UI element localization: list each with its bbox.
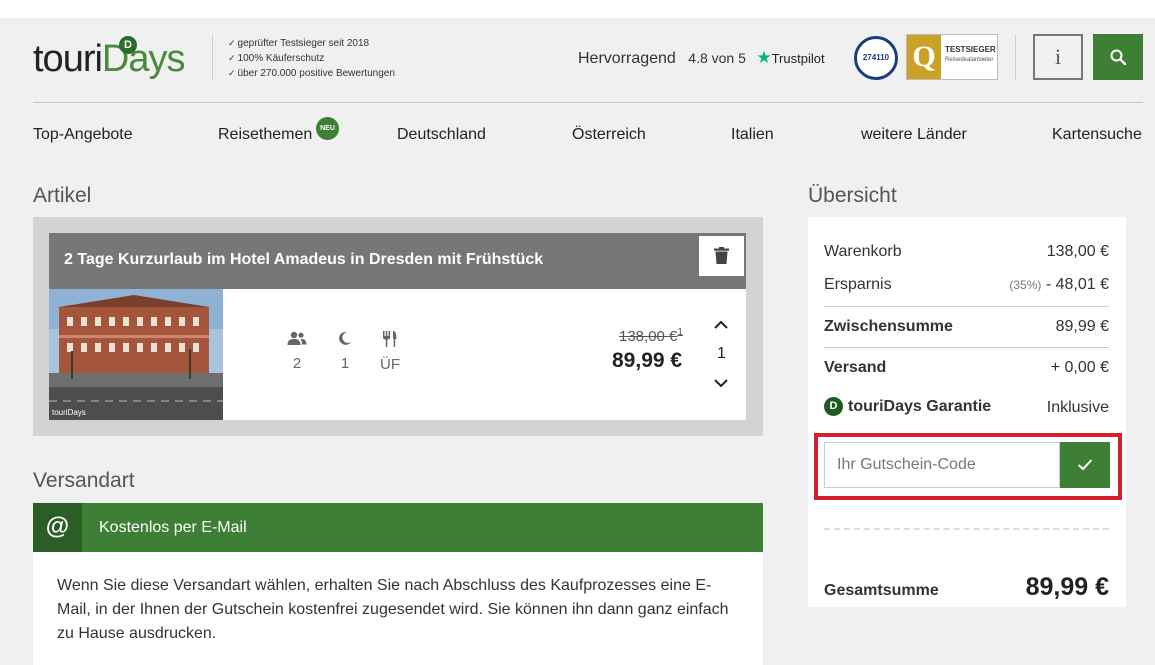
article-title[interactable]: 2 Tage Kurzurlaub im Hotel Amadeus in Dr… [64,251,543,269]
item-price: 89,99 € [612,349,683,372]
board-feature: ÜF [380,331,400,373]
testsieger-badge[interactable]: Q TESTSIEGER Reisedealanbieter [906,34,998,80]
shipping-section-title: Versandart [33,469,135,492]
new-badge: NEU [316,117,339,140]
total-label: Gesamtsumme [824,582,939,599]
trust-label: Hervorragend [578,50,676,67]
usp-item: ✓ 100% Käuferschutz [228,53,325,64]
total-value: 89,99 € [1025,573,1109,601]
search-button[interactable] [1093,34,1143,80]
quality-q-icon: Q [907,35,941,79]
nav-top-angebote[interactable]: Top-Angebote [33,126,133,144]
shipping-description: Wenn Sie diese Versandart wählen, erhalt… [33,552,763,665]
nav-reisethemen[interactable]: Reisethemen [218,126,312,144]
check-icon: ✓ [228,38,236,48]
hotel-image[interactable]: touriDays [49,289,223,420]
at-sign-icon: @ [33,503,82,552]
summary-row-shipping: Versand + 0,00 € [824,359,1109,376]
article-header: 2 Tage Kurzurlaub im Hotel Amadeus in Dr… [49,233,746,289]
nights-count: 1 [340,355,350,372]
summary-divider [824,347,1109,348]
nav-italien[interactable]: Italien [731,126,774,144]
trust-score: 4.8 von 5 [688,50,746,66]
voucher-code-input[interactable] [824,442,1060,488]
summary-section-title: Übersicht [808,184,897,207]
badge-subtitle: Reisedealanbieter [945,57,994,63]
saving-percent: (35%) [1009,278,1042,292]
usp-item: ✓ geprüfter Testsieger seit 2018 [228,38,370,49]
summary-row-subtotal: Zwischensumme 89,99 € [824,318,1109,335]
nav-deutschland[interactable]: Deutschland [397,126,486,144]
trustpilot-rating[interactable]: Hervorragend 4.8 von 5 ★Trustpilot [578,48,825,68]
search-icon [1110,49,1126,65]
shipping-option-email[interactable]: @ Kostenlos per E-Mail [33,503,763,552]
check-icon: ✓ [228,68,236,78]
summary-divider [824,306,1109,307]
article-section-title: Artikel [33,184,92,207]
article-card: 2 Tage Kurzurlaub im Hotel Amadeus in Dr… [33,217,763,436]
board-type: ÜF [380,356,400,373]
usp-item: ✓ über 270.000 positive Bewertungen [228,68,395,79]
summary-row-guarantee[interactable]: DtouriDays Garantie Inklusive [824,397,1109,416]
logo-text-b: Days [101,38,186,80]
quantity-decrease-button[interactable] [711,373,731,393]
saving-value: - 48,01 € [1045,276,1109,293]
trustpilot-star-icon: ★ [756,48,772,67]
certificate-seal-icon[interactable]: 274110 [854,36,898,80]
quantity-value: 1 [717,345,726,362]
summary-row-cart: Warenkorb 138,00 € [824,243,1109,260]
quantity-increase-button[interactable] [711,315,731,335]
page: touriDays D ✓ geprüfter Testsieger seit 2… [0,18,1155,665]
main-nav: Top-Angebote Reisethemen NEU Deutschland… [0,117,1155,146]
image-watermark: touriDays [52,408,86,417]
touridays-logo[interactable]: touriDays D [33,36,185,82]
usp-list: ✓ geprüfter Testsieger seit 2018 ✓ 100% Kä… [228,36,395,81]
trustpilot-brand: Trustpilot [771,51,825,66]
chevron-down-icon [714,379,728,388]
logo-mark-icon: D [119,36,137,54]
voucher-highlight [814,433,1122,500]
persons-icon [287,331,307,345]
cutlery-icon [383,331,397,347]
header-divider [212,34,213,80]
shipping-option-label: Kostenlos per E-Mail [99,519,247,536]
persons-feature: 2 [287,331,307,372]
nav-kartensuche[interactable]: Kartensuche [1052,126,1142,144]
logo-text-a: touri [33,38,103,80]
badge-title: TESTSIEGER [945,45,996,54]
nav-weitere-laender[interactable]: weitere Länder [861,126,967,144]
nav-oesterreich[interactable]: Österreich [572,126,646,144]
voucher-submit-button[interactable] [1060,442,1110,488]
check-icon: ✓ [228,53,236,63]
persons-count: 2 [292,355,302,372]
guarantee-d-icon: D [824,397,843,416]
header-separator [33,102,1143,103]
summary-row-saving: Ersparnis (35%) - 48,01 € [824,276,1109,293]
hotel-photo [49,289,223,420]
chevron-up-icon [714,320,728,329]
order-summary: Warenkorb 138,00 € Ersparnis (35%) - 48,… [808,217,1126,607]
price-footnote: 1 [677,327,683,338]
original-price: 138,00 €1 [619,327,683,345]
remove-item-button[interactable] [699,236,744,276]
moon-icon [339,331,351,345]
trash-icon [714,247,729,264]
nights-feature: 1 [338,331,352,372]
info-button[interactable]: i [1033,34,1083,80]
summary-dashed-divider [824,528,1109,530]
header-divider [1015,34,1016,80]
article-body: touriDays 2 1 ÜF 138,00 €1 89,99 € 1 [49,289,746,420]
checkmark-icon [1077,459,1093,471]
badge-number: 274110 [862,53,890,62]
